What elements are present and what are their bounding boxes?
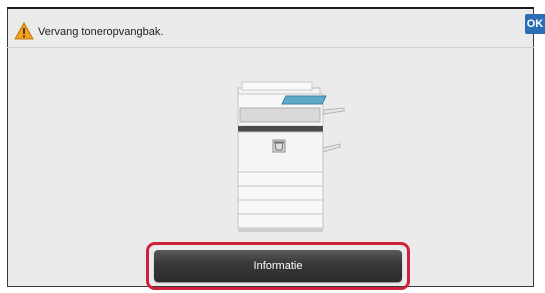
ok-button[interactable]: OK xyxy=(525,14,545,34)
copier-waste-toner-icon xyxy=(237,81,345,232)
header-divider xyxy=(7,47,534,48)
info-button[interactable]: Informatie xyxy=(154,250,402,282)
warning-triangle-icon xyxy=(14,22,34,40)
status-message: Vervang toneropvangbak. xyxy=(38,26,164,38)
